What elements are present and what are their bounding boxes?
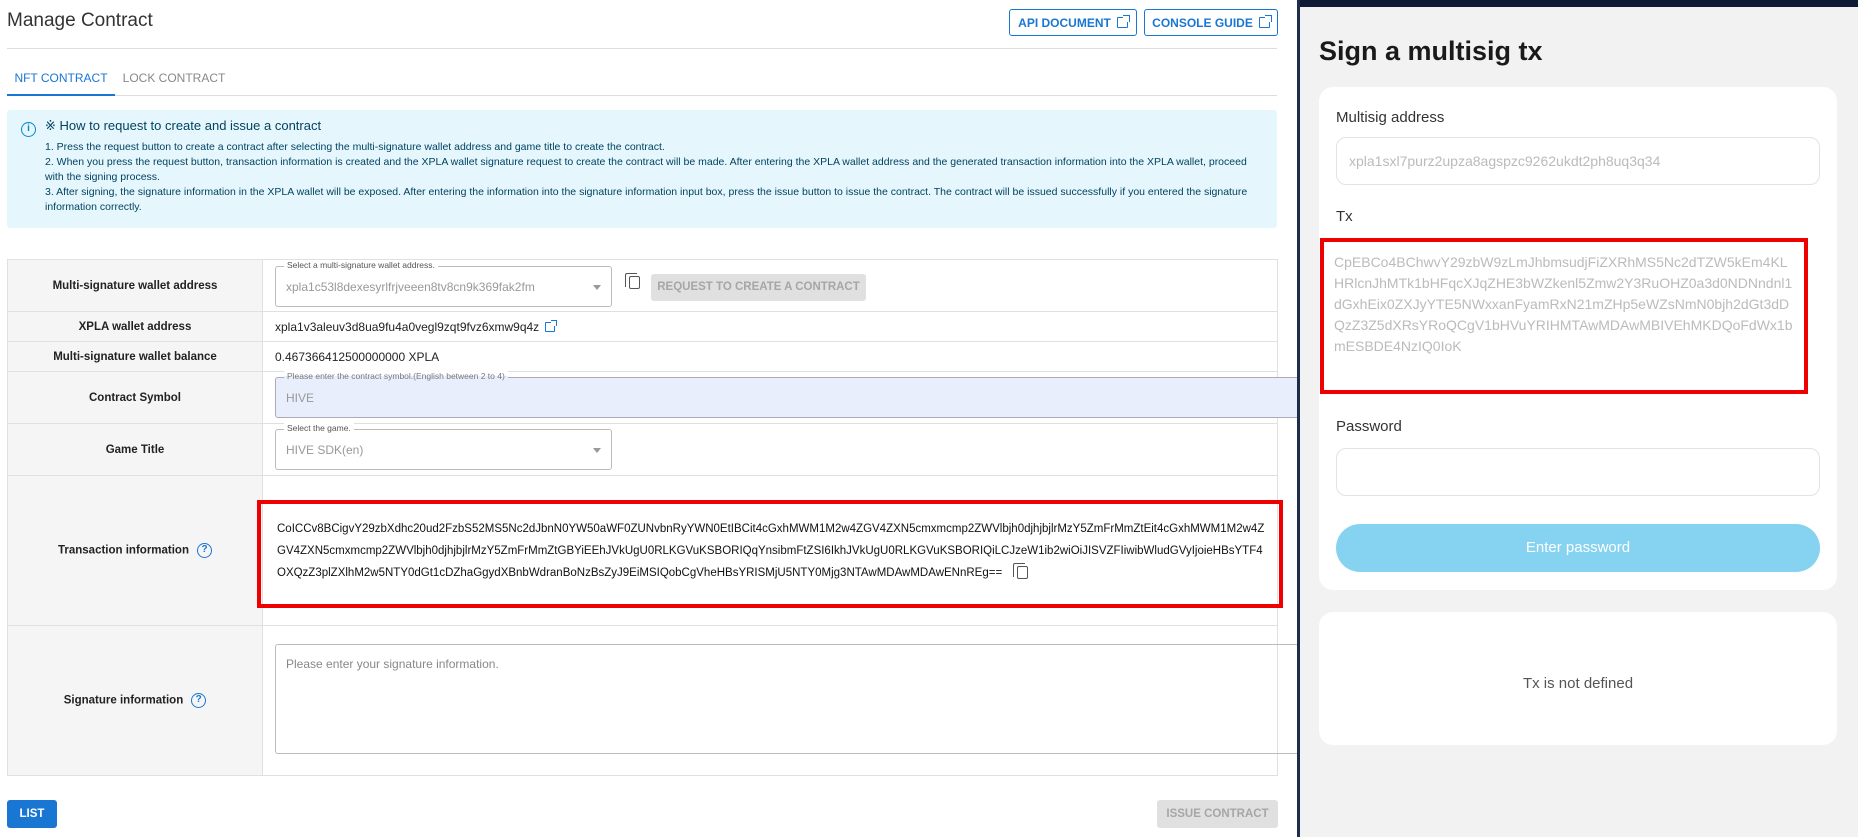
balance-label: Multi-signature wallet balance (7, 341, 263, 372)
signature-placeholder: Please enter your signature information. (286, 657, 499, 671)
multisig-address-value: xpla1sxl7purz2upza8agspzc9262ukdt2ph8uq3… (1349, 153, 1661, 169)
tab-bar: NFT CONTRACT LOCK CONTRACT (7, 60, 1277, 96)
row-balance: Multi-signature wallet balance 0.4673664… (7, 341, 1278, 372)
api-document-button[interactable]: API DOCUMENT (1009, 9, 1137, 36)
page-title: Manage Contract (7, 10, 153, 31)
external-link-icon (1116, 15, 1130, 28)
info-line: 1. Press the request button to create a … (45, 141, 665, 153)
multisig-legend: Select a multi-signature wallet address. (284, 260, 438, 270)
info-icon: i (21, 122, 36, 137)
list-button[interactable]: LIST (7, 800, 57, 828)
multisig-select[interactable]: Select a multi-signature wallet address.… (275, 260, 612, 307)
info-alert: i ※ How to request to create and issue a… (7, 110, 1277, 228)
copy-icon[interactable] (625, 273, 640, 289)
password-label: Password (1336, 418, 1402, 435)
transaction-value: CoICCv8BCigvY29zbXdhc20ud2FzbS52MS5Nc2dJ… (277, 523, 1265, 579)
game-legend: Select the game. (284, 423, 354, 433)
tx-status: Tx is not defined (1522, 675, 1634, 692)
console-guide-label: CONSOLE GUIDE (1152, 15, 1253, 30)
api-document-label: API DOCUMENT (1018, 15, 1111, 30)
header-divider (7, 48, 1277, 49)
info-line: 2. When you press the request button, tr… (45, 156, 1247, 183)
chevron-down-icon (593, 447, 601, 453)
game-label: Game Title (7, 423, 263, 476)
signature-textarea[interactable]: Please enter your signature information. (275, 644, 1313, 754)
multisig-address-label: Multisig address (1336, 109, 1445, 126)
transaction-label: Transaction information (58, 544, 189, 557)
row-signature: Signature information? Please enter your… (7, 625, 1313, 776)
info-title: ※ How to request to create and issue a c… (45, 118, 322, 133)
issue-contract-button[interactable]: ISSUE CONTRACT (1157, 800, 1278, 828)
tx-textarea-highlight[interactable]: CpEBCo4BChwvY29zbW9zLmJhbmsudjFiZXRhMS5N… (1320, 238, 1808, 394)
enter-password-button[interactable]: Enter password (1336, 524, 1820, 572)
manage-contract-panel: Manage Contract API DOCUMENT CONSOLE GUI… (0, 0, 1313, 837)
tab-nft-contract[interactable]: NFT CONTRACT (7, 60, 115, 96)
balance-value: 0.467366412500000000 XPLA (262, 341, 1278, 372)
copy-icon[interactable] (1013, 563, 1029, 579)
tx-label: Tx (1336, 208, 1353, 225)
transaction-info-highlight: CoICCv8BCigvY29zbXdhc20ud2FzbS52MS5Nc2dJ… (257, 500, 1283, 608)
row-transaction: Transaction information? CoICCv8BCigvY29… (7, 475, 1283, 626)
game-select[interactable]: Select the game. HIVE SDK(en) (275, 423, 612, 470)
symbol-label: Contract Symbol (7, 371, 263, 424)
contract-form: Multi-signature wallet address Select a … (7, 259, 1313, 776)
external-link-icon[interactable] (545, 319, 558, 332)
wallet-title: Sign a multisig tx (1319, 36, 1543, 66)
multisig-value: xpla1c53l8dexesyrlfrjveeen8tv8cn9k369fak… (286, 280, 535, 294)
tx-value: CpEBCo4BChwvY29zbW9zLmJhbmsudjFiZXRhMS5N… (1334, 254, 1793, 354)
wallet-topbar (1300, 0, 1858, 7)
help-icon[interactable]: ? (197, 543, 212, 558)
console-guide-button[interactable]: CONSOLE GUIDE (1144, 9, 1278, 36)
multisig-label: Multi-signature wallet address (7, 259, 263, 312)
symbol-legend: Please enter the contract symbol.(Englis… (284, 371, 508, 381)
game-value: HIVE SDK(en) (286, 443, 364, 457)
wallet-panel: Sign a multisig tx Multisig address xpla… (1300, 0, 1858, 837)
xpla-address-value: xpla1v3aleuv3d8ua9fu4a0vegl9zqt9fvz6xmw9… (275, 319, 540, 334)
row-game: Game Title Select the game. HIVE SDK(en) (7, 423, 1278, 476)
multisig-address-input[interactable]: xpla1sxl7purz2upza8agspzc9262ukdt2ph8uq3… (1336, 137, 1820, 185)
contract-symbol-input[interactable]: Please enter the contract symbol.(Englis… (275, 371, 1313, 418)
status-card: Tx is not defined (1319, 612, 1837, 745)
help-icon[interactable]: ? (191, 693, 207, 708)
chevron-down-icon (593, 284, 601, 290)
tab-lock-contract[interactable]: LOCK CONTRACT (122, 60, 226, 96)
external-link-icon (1258, 15, 1272, 28)
info-line: 3. After signing, the signature informat… (45, 186, 1248, 213)
xpla-label: XPLA wallet address (7, 311, 263, 342)
row-multisig: Multi-signature wallet address Select a … (7, 259, 1278, 312)
signature-label: Signature information (63, 694, 184, 707)
password-input[interactable] (1336, 448, 1820, 496)
row-xpla: XPLA wallet address xpla1v3aleuv3d8ua9fu… (7, 311, 1278, 342)
symbol-value: HIVE (286, 391, 315, 405)
request-create-contract-button[interactable]: REQUEST TO CREATE A CONTRACT (651, 274, 866, 301)
row-symbol: Contract Symbol Please enter the contrac… (7, 371, 1313, 424)
